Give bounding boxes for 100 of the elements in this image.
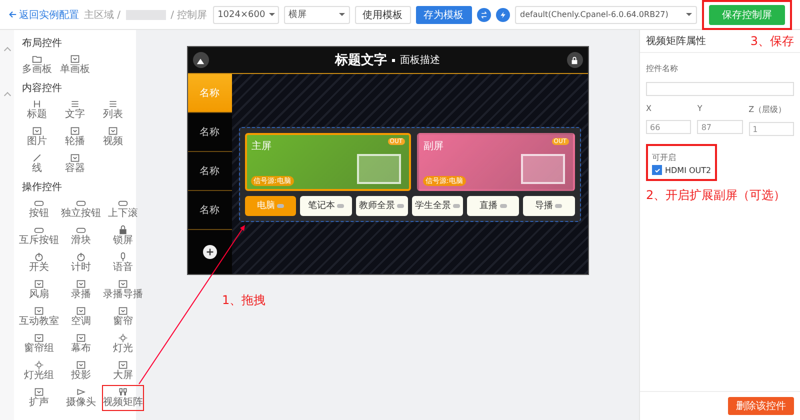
widget-icon — [118, 360, 128, 370]
screen-icon — [520, 154, 564, 184]
input-source-button[interactable]: 笔记本 — [300, 196, 352, 216]
widget-icon — [108, 99, 118, 109]
widget-icon — [76, 387, 86, 397]
widget-item[interactable]: 轮播 — [56, 124, 94, 150]
widget-item[interactable]: 幕布 — [60, 331, 102, 357]
screen-icon — [356, 154, 400, 184]
caret-icon — [686, 13, 692, 16]
widget-icon — [76, 360, 86, 370]
widget-icon — [34, 333, 44, 343]
widget-item[interactable]: 滑块 — [60, 223, 102, 249]
widget-item[interactable]: 上下滚 — [102, 196, 144, 222]
widget-icon — [76, 333, 86, 343]
widget-item[interactable]: 锁屏 — [102, 223, 144, 249]
caret-icon — [269, 13, 276, 16]
widget-item[interactable]: 扩声 — [18, 385, 60, 411]
widget-item[interactable]: 按钮 — [18, 196, 60, 222]
widget-icon — [118, 198, 128, 208]
annotation-text: 1、拖拽 — [222, 292, 266, 309]
widget-icon — [70, 54, 80, 64]
widget-icon — [118, 279, 128, 289]
widget-item[interactable]: 摄像头 — [60, 385, 102, 411]
widget-icon — [108, 126, 118, 136]
lightning-icon — [498, 10, 507, 18]
widget-item[interactable]: 线 — [18, 151, 56, 177]
widget-icon — [118, 387, 128, 397]
checkbox[interactable] — [652, 165, 662, 175]
widget-item[interactable]: 窗帘 — [102, 304, 144, 330]
widget-icon — [76, 198, 86, 208]
coordinate-field[interactable]: 66 — [646, 120, 692, 134]
lightning-button[interactable] — [496, 8, 510, 22]
widget-item[interactable]: 大屏 — [102, 358, 144, 384]
input-source-button[interactable]: 学生全景 — [412, 196, 464, 216]
widget-icon — [34, 306, 44, 316]
widget-item[interactable]: 单画板 — [56, 52, 94, 78]
widget-icon — [118, 333, 128, 343]
widget-item[interactable]: 计时 — [60, 250, 102, 276]
field-label: Z（层级） — [748, 104, 788, 114]
theme-select[interactable]: default(Chenly.Cpanel-6.0.64.0RB27) — [515, 6, 697, 24]
coordinate-field[interactable]: 87 — [697, 120, 743, 134]
widget-item[interactable]: 窗帘组 — [18, 331, 60, 357]
widget-item[interactable]: 空调 — [60, 304, 102, 330]
field-label: 可开启 — [652, 152, 677, 163]
widget-item[interactable]: 列表 — [94, 97, 132, 123]
widget-item[interactable]: 开关 — [18, 250, 60, 276]
widget-icon — [34, 279, 44, 289]
pill-icon — [500, 204, 507, 208]
breadcrumb-text: / 控制屏 — [170, 8, 208, 22]
annotation-text: 3、保存 — [750, 32, 794, 50]
checkbox-label: HDMI OUT2 — [665, 166, 712, 174]
pill-icon — [337, 204, 344, 208]
widget-item[interactable]: 视频矩阵 — [102, 385, 144, 411]
redacted-block — [126, 10, 166, 20]
properties-title: 视频矩阵属性 — [646, 34, 706, 48]
name-field[interactable] — [646, 82, 794, 96]
widget-item[interactable]: 容器 — [56, 151, 94, 177]
input-source-button[interactable]: 导播 — [522, 196, 575, 216]
widget-item[interactable]: 灯光组 — [18, 358, 60, 384]
widget-item[interactable]: 录播 — [60, 277, 102, 303]
delete-button[interactable]: 删除该控件 — [728, 397, 794, 415]
add-page-button[interactable] — [202, 245, 216, 259]
widget-item[interactable]: 独立按钮 — [60, 196, 102, 222]
section-title: 操作控件 — [22, 181, 63, 194]
lock-icon[interactable] — [566, 52, 582, 68]
widget-item[interactable]: 多画板 — [18, 52, 56, 78]
input-source-button[interactable]: 教师全景 — [356, 196, 408, 216]
input-source-button[interactable]: 直播 — [467, 196, 519, 216]
widget-item[interactable]: 投影 — [60, 358, 102, 384]
pill-icon — [397, 204, 404, 208]
widget-icon — [76, 252, 86, 262]
widget-item[interactable]: 互斥按钮 — [18, 223, 60, 249]
pill-icon — [452, 204, 460, 208]
widget-icon — [34, 387, 44, 397]
pill-icon — [276, 204, 284, 208]
widget-item[interactable]: 标题 — [18, 97, 56, 123]
widget-item[interactable]: 录播导播 — [102, 277, 144, 303]
widget-icon — [34, 252, 44, 262]
widget-icon — [118, 225, 128, 235]
field-label: 控件名称 — [646, 63, 679, 74]
widget-icon — [70, 126, 80, 136]
widget-item[interactable]: 文字 — [56, 97, 94, 123]
coordinate-field[interactable]: 1 — [748, 122, 794, 136]
resolution-select[interactable]: 1024×600 — [212, 6, 279, 24]
widget-item[interactable]: 语音 — [102, 250, 144, 276]
orientation-select[interactable]: 横屏 — [284, 6, 350, 24]
use-template-button[interactable]: 使用模板 — [354, 6, 411, 24]
widget-item[interactable]: 图片 — [18, 124, 56, 150]
field-label: Y — [697, 104, 704, 112]
swap-button[interactable] — [476, 8, 491, 22]
widget-icon — [76, 279, 86, 289]
widget-item[interactable]: 互动教室 — [18, 304, 60, 330]
swap-arrows-icon — [480, 10, 488, 18]
widget-item[interactable]: 风扇 — [18, 277, 60, 303]
widget-item[interactable]: 灯光 — [102, 331, 144, 357]
widget-item[interactable]: 视频 — [94, 124, 132, 150]
back-link[interactable]: 返回实例配置 — [8, 8, 79, 22]
plus-icon — [206, 248, 214, 256]
widget-icon — [32, 54, 42, 64]
save-template-button[interactable]: 存为模板 — [416, 6, 472, 24]
